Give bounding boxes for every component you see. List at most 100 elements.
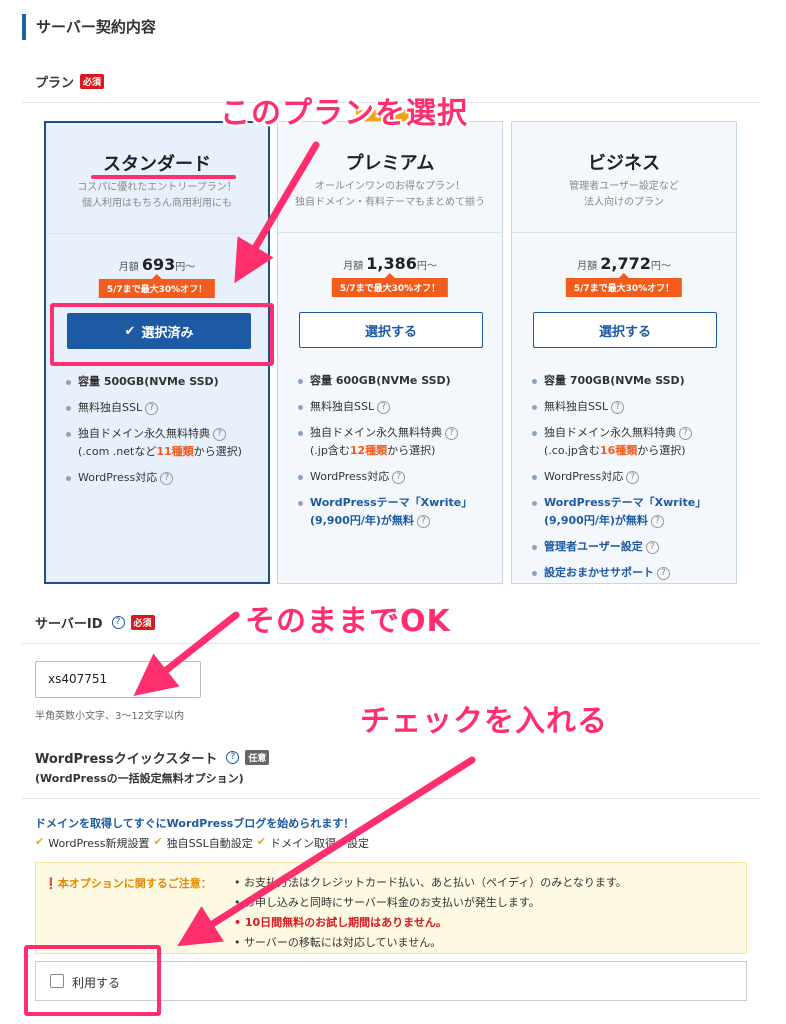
plan-desc-line: 個人利用はもちろん商用利用にも	[82, 198, 232, 209]
feature-domain: 独自ドメイン永久無料特典? (.co.jp含む16種類から選択)	[532, 424, 726, 460]
feature-support: 設定おまかせサポート?	[532, 564, 726, 582]
notice-box: ❗本オプションに関するご注意： • お支払方法はクレジットカード払い、あと払い（…	[35, 862, 747, 954]
price-suffix: 円〜	[650, 261, 671, 272]
quickstart-promo: ドメインを取得してすぐにWordPressブログを始められます！	[35, 817, 355, 830]
plan-price: 月額 2,772円〜	[512, 254, 736, 273]
divider	[22, 643, 760, 644]
promo-badge: 5/7まで最大30%オフ！	[98, 274, 216, 298]
plan-desc-line: オールインワンのお得なプラン！	[315, 181, 465, 192]
notice-item: • お申し込みと同時にサーバー料金のお支払いが発生します。	[234, 896, 540, 909]
divider	[46, 233, 268, 234]
help-icon[interactable]: ?	[145, 401, 159, 415]
price-value: 2,772	[600, 254, 651, 273]
plan-card-business[interactable]: ビジネス 管理者ユーザー設定など 法人向けのプラン 月額 2,772円〜 5/7…	[511, 121, 737, 584]
feature-capacity: 容量 500GB(NVMe SSD)	[66, 373, 258, 391]
help-icon[interactable]: ?	[645, 540, 659, 554]
plan-select-button[interactable]: 選択する	[299, 312, 483, 348]
price-prefix: 月額	[343, 261, 364, 272]
help-icon[interactable]: ?	[213, 427, 226, 441]
feature-admin: 管理者ユーザー設定?	[532, 538, 726, 556]
price-suffix: 円〜	[175, 262, 196, 273]
help-icon[interactable]: ?	[657, 566, 670, 580]
feature-list: 容量 600GB(NVMe SSD) 無料独自SSL? 独自ドメイン永久無料特典…	[298, 372, 492, 538]
server-id-hint: 半角英数小文字、3〜12文字以内	[35, 711, 185, 722]
help-icon[interactable]: ?	[416, 514, 430, 528]
promo-badge: 5/7まで最大30%オフ！	[565, 273, 683, 297]
feature-wordpress: WordPress対応?	[298, 468, 492, 486]
plan-price: 月額 693円〜	[46, 255, 268, 274]
notice-title: ❗本オプションに関するご注意：	[44, 877, 212, 890]
help-icon[interactable]: ?	[445, 426, 458, 440]
notice-item: • お支払方法はクレジットカード払い、あと払い（ペイディ）のみとなります。	[234, 876, 627, 889]
plan-description: オールインワンのお得なプラン！ 独自ドメイン・有料テーマもまとめて揃う	[286, 179, 494, 211]
help-icon[interactable]: ?	[377, 400, 391, 414]
price-suffix: 円〜	[416, 261, 437, 272]
annotation-box-select	[50, 303, 274, 366]
plan-description: 管理者ユーザー設定など 法人向けのプラン	[520, 179, 728, 211]
help-icon[interactable]: ?	[626, 470, 640, 484]
price-prefix: 月額	[118, 262, 139, 273]
feature-ssl: 無料独自SSL?	[298, 398, 492, 416]
plan-card-premium[interactable]: プレミアム オールインワンのお得なプラン！ 独自ドメイン・有料テーマもまとめて揃…	[277, 121, 503, 584]
notice-item: • 10日間無料のお試し期間はありません。	[234, 916, 447, 929]
plan-desc-line: コスパに優れたエントリープラン！	[77, 182, 237, 193]
feature-list: 容量 700GB(NVMe SSD) 無料独自SSL? 独自ドメイン永久無料特典…	[532, 372, 726, 590]
quickstart-checks: ✔ WordPress新規設置 ✔ 独自SSL自動設定 ✔ ドメイン取得・設定	[35, 835, 369, 851]
feature-wordpress: WordPress対応?	[66, 469, 258, 487]
plan-desc-line: 独自ドメイン・有料テーマもまとめて揃う	[295, 197, 485, 208]
help-icon[interactable]: ?	[160, 471, 174, 485]
plan-field-label: プラン 必須	[35, 72, 105, 91]
feature-list: 容量 500GB(NVMe SSD) 無料独自SSL? 独自ドメイン永久無料特典…	[66, 373, 258, 495]
help-icon[interactable]: ?	[611, 400, 625, 414]
check-icon: ✔	[256, 835, 266, 848]
quickstart-sub: (WordPressの一括設定無料オプション)	[35, 772, 244, 785]
plan-desc-line: 管理者ユーザー設定など	[569, 181, 679, 192]
required-badge: 必須	[80, 74, 105, 89]
promo-badge: 5/7まで最大30%オフ！	[331, 273, 449, 297]
divider	[512, 232, 736, 233]
plan-desc-line: 法人向けのプラン	[584, 197, 664, 208]
help-icon[interactable]: ?	[226, 751, 240, 764]
required-badge: 必須	[130, 615, 155, 630]
button-label: 選択する	[364, 324, 417, 340]
feature-wordpress: WordPress対応?	[532, 468, 726, 486]
notice-list: • お支払方法はクレジットカード払い、あと払い（ペイディ）のみとなります。 • …	[234, 873, 627, 953]
quickstart-label: WordPressクイックスタート ? 任意	[35, 748, 270, 767]
plan-description: コスパに優れたエントリープラン！ 個人利用はもちろん商用利用にも	[54, 180, 260, 212]
price-value: 693	[141, 255, 176, 274]
plan-price: 月額 1,386円〜	[278, 254, 502, 273]
divider	[278, 232, 502, 233]
plan-select-button[interactable]: 選択する	[533, 312, 717, 348]
check-icon: ✔	[35, 835, 45, 848]
feature-capacity: 容量 600GB(NVMe SSD)	[298, 372, 492, 390]
feature-capacity: 容量 700GB(NVMe SSD)	[532, 372, 726, 390]
help-icon[interactable]: ?	[392, 470, 406, 484]
server-id-text: サーバーID	[35, 617, 103, 632]
help-icon[interactable]: ?	[650, 514, 664, 528]
annotation-as-is: そのままでOK	[245, 604, 451, 639]
annotation-box-checkbox	[24, 945, 161, 1016]
feature-ssl: 無料独自SSL?	[532, 398, 726, 416]
annotation-underline	[91, 175, 236, 179]
warning-icon: ❗	[44, 877, 58, 890]
plan-name: ビジネス	[588, 153, 660, 174]
plan-label: プラン	[35, 76, 75, 91]
divider	[22, 798, 760, 799]
server-id-label: サーバーID ? 必須	[35, 613, 155, 632]
button-label: 選択する	[598, 324, 651, 340]
annotation-select-plan: このプランを選択	[220, 96, 468, 131]
check-item: ドメイン取得・設定	[269, 837, 369, 850]
feature-theme: WordPressテーマ「Xwrite」 (9,900円/年)が無料?	[532, 494, 726, 530]
check-icon: ✔	[153, 835, 163, 848]
notice-item: • サーバーの移転には対応していません。	[234, 936, 442, 949]
server-id-input[interactable]: xs407751	[35, 661, 201, 698]
help-icon[interactable]: ?	[111, 616, 125, 629]
check-item: 独自SSL自動設定	[166, 837, 253, 850]
quickstart-text: WordPressクイックスタート	[35, 752, 218, 767]
section-title: サーバー契約内容	[22, 14, 156, 40]
help-icon[interactable]: ?	[679, 426, 692, 440]
feature-theme: WordPressテーマ「Xwrite」 (9,900円/年)が無料?	[298, 494, 492, 530]
check-item: WordPress新規設置	[48, 837, 150, 850]
feature-domain: 独自ドメイン永久無料特典? (.com .netなど11種類から選択)	[66, 425, 258, 461]
feature-domain: 独自ドメイン永久無料特典? (.jp含む12種類から選択)	[298, 424, 492, 460]
